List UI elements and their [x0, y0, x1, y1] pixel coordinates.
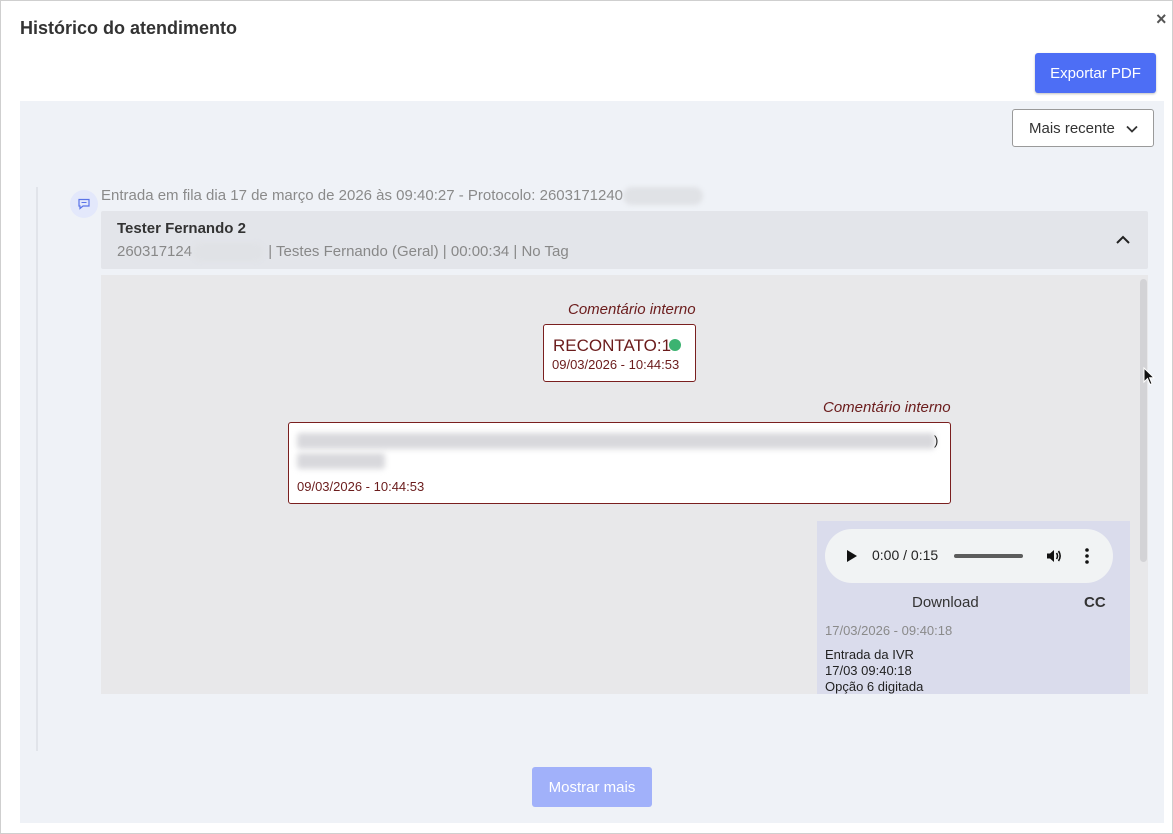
comment-text-end: ) — [934, 433, 939, 448]
audio-timestamp: 17/03/2026 - 09:40:18 — [825, 623, 953, 638]
close-icon[interactable]: × — [1156, 10, 1172, 28]
chevron-up-icon[interactable] — [1114, 231, 1132, 249]
volume-icon[interactable] — [1045, 547, 1063, 565]
play-icon[interactable] — [846, 549, 858, 563]
contact-name: Tester Fernando 2 — [117, 220, 246, 237]
more-options-icon[interactable] — [1083, 547, 1091, 565]
download-link[interactable]: Download — [912, 594, 979, 611]
audio-message-card: 0:00 / 0:15 Download CC 17/03/2026 - 09:… — [817, 521, 1130, 694]
sort-order-select[interactable]: Mais recente — [1012, 109, 1154, 147]
chat-scrollbar-thumb[interactable] — [1140, 279, 1147, 562]
chevron-down-icon — [1126, 125, 1138, 133]
mouse-cursor-icon — [1143, 367, 1155, 386]
queue-entry-text: Entrada em fila dia 17 de março de 2026 … — [101, 187, 704, 206]
modal-title: Histórico do atendimento — [20, 18, 238, 38]
comment-text: RECONTATO:1 — [553, 336, 672, 355]
internal-comment-label: Comentário interno — [568, 301, 696, 318]
redacted-protocol — [192, 243, 265, 262]
captions-button[interactable]: CC — [1084, 594, 1106, 611]
ivr-line: Entrada da IVR — [825, 647, 914, 662]
internal-comment-label: Comentário interno — [823, 399, 951, 416]
show-more-button[interactable]: Mostrar mais — [532, 767, 652, 807]
conversation-card-header[interactable]: Tester Fernando 2 260317124 | Testes Fer… — [101, 211, 1148, 269]
history-content: Mais recente Entrada em fila dia 17 de m… — [20, 101, 1164, 823]
redacted-text — [297, 453, 385, 469]
internal-comment-bubble: ) 09/03/2026 - 10:44:53 — [288, 422, 951, 504]
status-dot — [669, 339, 681, 351]
redacted-protocol — [623, 187, 704, 206]
audio-progress-slider[interactable] — [954, 554, 1023, 558]
timeline-line — [36, 187, 38, 751]
ivr-line: 17/03 09:40:18 — [825, 663, 912, 678]
comment-timestamp: 09/03/2026 - 10:44:53 — [552, 357, 680, 372]
internal-comment-bubble: RECONTATO:1 09/03/2026 - 10:44:53 — [543, 324, 696, 382]
chat-bubble-icon — [70, 190, 98, 218]
history-modal: Histórico do atendimento × Exportar PDF … — [0, 0, 1173, 834]
redacted-text — [297, 433, 935, 449]
chat-messages-area: Comentário interno RECONTATO:1 09/03/202… — [101, 275, 1148, 694]
sort-order-value: Mais recente — [1029, 119, 1115, 137]
export-pdf-button[interactable]: Exportar PDF — [1035, 53, 1156, 93]
audio-player[interactable]: 0:00 / 0:15 — [825, 529, 1113, 583]
comment-timestamp: 09/03/2026 - 10:44:53 — [297, 479, 425, 494]
audio-time: 0:00 / 0:15 — [872, 547, 939, 563]
conversation-details: 260317124 | Testes Fernando (Geral) | 00… — [117, 243, 569, 262]
ivr-line: Opção 6 digitada — [825, 679, 924, 694]
chat-scrollbar[interactable] — [1138, 275, 1148, 694]
